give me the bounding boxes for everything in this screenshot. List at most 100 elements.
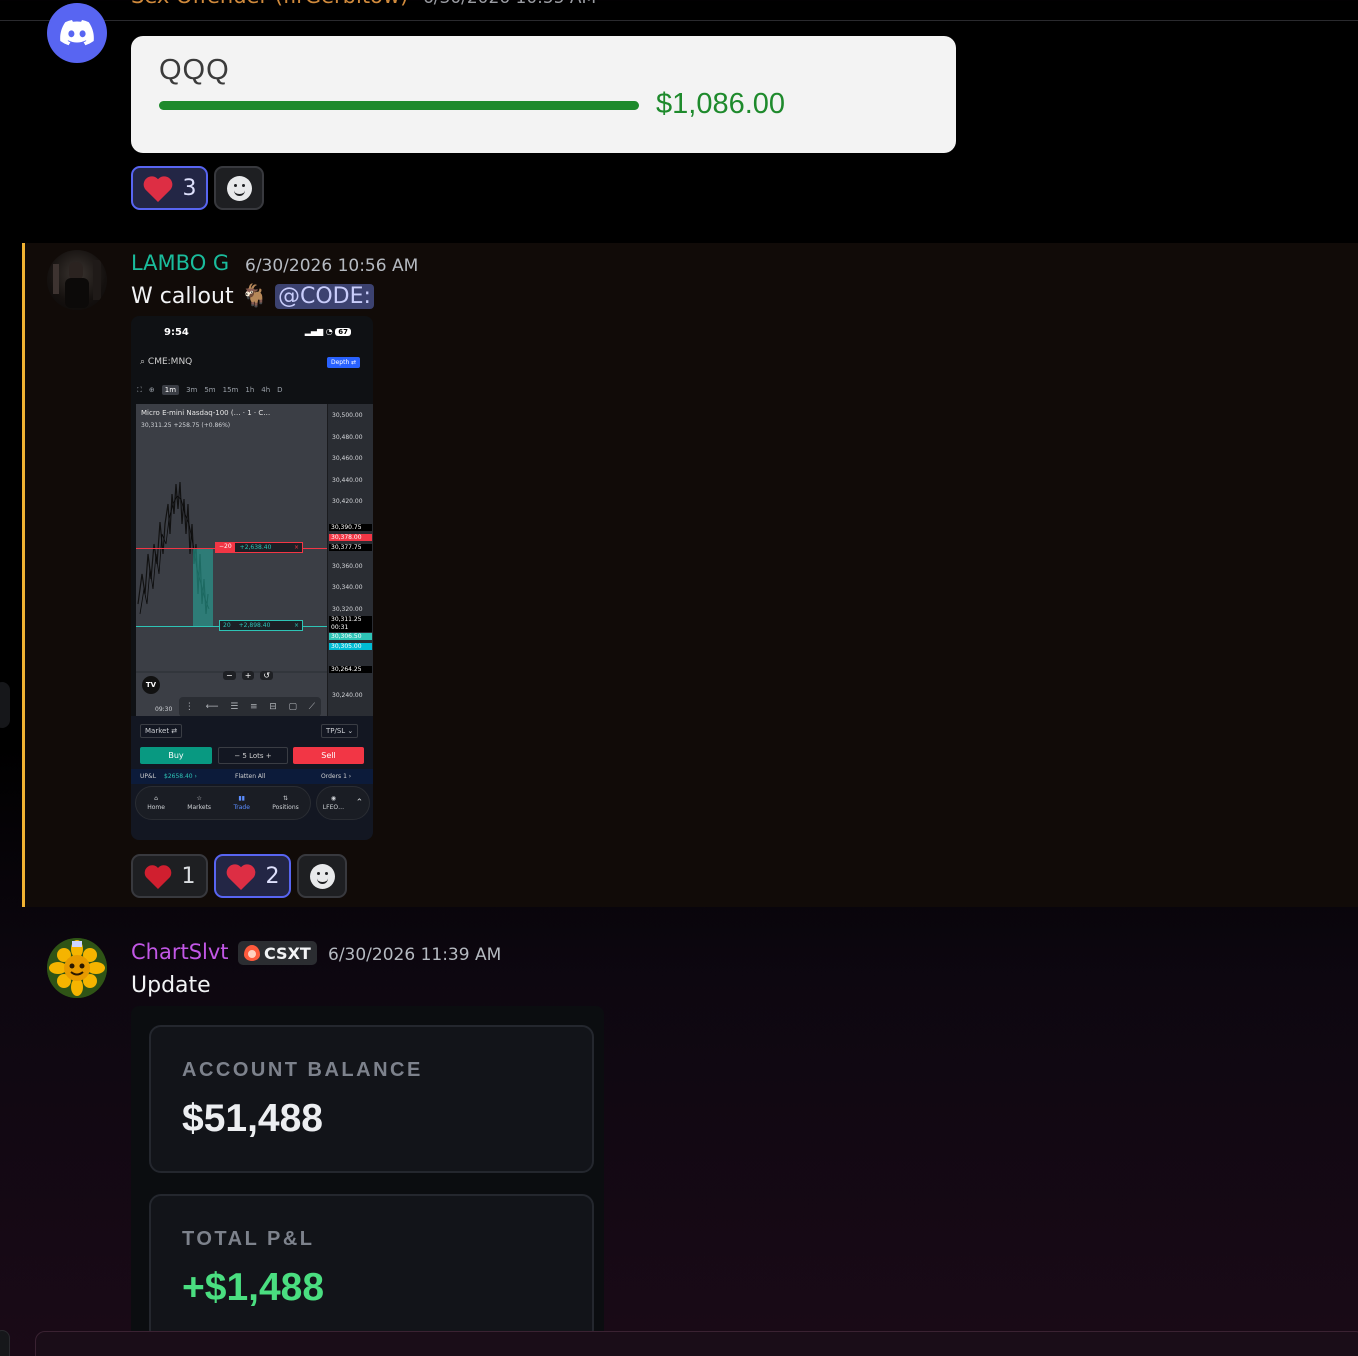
order-qty: −20 bbox=[216, 543, 235, 552]
progress-bar bbox=[159, 101, 639, 110]
message-header: Sex Offender (firGerbitow) 6/30/2026 10:… bbox=[131, 0, 596, 8]
buy-order-tag: 20 +2,898.40 × bbox=[219, 620, 303, 631]
price-tag: 30,264.25 bbox=[329, 666, 372, 673]
ticker-card: QQQ $1,086.00 bbox=[131, 36, 956, 153]
home-icon: ⌂ bbox=[154, 795, 158, 802]
price-tick: 30,460.00 bbox=[332, 455, 363, 462]
fib-tool-icon: ☰ bbox=[230, 702, 239, 712]
author-name[interactable]: ChartSlvt bbox=[131, 940, 229, 964]
nav-label: Home bbox=[147, 804, 165, 811]
account-switcher: ◉ LFEO… ⌃ bbox=[316, 786, 370, 820]
add-reaction-button[interactable] bbox=[297, 854, 347, 898]
sell-button: Sell bbox=[293, 747, 364, 764]
timestamp: 6/30/2026 11:39 AM bbox=[328, 945, 502, 965]
timestamp: 6/30/2026 10:56 AM bbox=[245, 256, 419, 276]
image-attachment[interactable]: ACCOUNT BALANCE $51,488 TOTAL P&L +$1,48… bbox=[131, 1006, 604, 1346]
order-pnl: +2,898.40 bbox=[238, 622, 271, 629]
symbol-search: ⌕ CME:MNQ bbox=[140, 357, 193, 367]
message-text: W callout 🐐 @CODE: bbox=[131, 284, 374, 309]
price-tag: 30,377.75 bbox=[329, 544, 372, 551]
status-icons: ▂▄▆ ◔ 67 bbox=[305, 327, 351, 336]
scroll-handle[interactable] bbox=[0, 682, 10, 728]
price-tag: 30,378.00 bbox=[329, 534, 372, 541]
depth-button: Depth ⇄ bbox=[327, 357, 361, 368]
user-mention[interactable]: @CODE: bbox=[274, 284, 374, 309]
nav-label: Positions bbox=[272, 804, 299, 811]
price-tick: 30,340.00 bbox=[332, 584, 363, 591]
badge-label: CSXT bbox=[264, 943, 311, 963]
discord-icon bbox=[60, 20, 94, 46]
avatar[interactable] bbox=[47, 250, 107, 310]
tradingview-logo: TV bbox=[142, 676, 160, 694]
nav-trade: ▮▮ Trade bbox=[233, 795, 249, 811]
sell-order-tag: −20 +2,638.40 × bbox=[215, 542, 303, 553]
price-tick: 30,500.00 bbox=[332, 412, 363, 419]
close-icon: × bbox=[293, 622, 299, 629]
add-reaction-button[interactable] bbox=[214, 166, 264, 210]
heart-icon bbox=[144, 864, 171, 889]
stat-value: $51,488 bbox=[182, 1097, 323, 1140]
zoom-out-icon: − bbox=[223, 671, 236, 680]
chevron-up-icon: ⌃ bbox=[355, 798, 364, 808]
price-chart bbox=[136, 404, 328, 716]
ray-tool-icon: ⟋ bbox=[308, 702, 316, 712]
lots-stepper: − 5 Lots + bbox=[218, 747, 288, 764]
account-label: LFEO… bbox=[322, 804, 345, 811]
nav-label: Markets bbox=[187, 804, 212, 811]
nav-markets: ☆ Markets bbox=[187, 795, 211, 811]
message-body: W callout 🐐 bbox=[131, 284, 268, 309]
buy-button: Buy bbox=[140, 747, 212, 764]
reset-icon: ↺ bbox=[260, 671, 274, 680]
author-name[interactable]: LAMBO G bbox=[131, 251, 229, 275]
scroll-handle[interactable] bbox=[0, 1330, 10, 1356]
positions-icon: ⇅ bbox=[283, 795, 289, 802]
zoom-in-icon: + bbox=[241, 671, 255, 680]
price-tick: 30,240.00 bbox=[332, 692, 363, 699]
stat-label: TOTAL P&L bbox=[182, 1228, 315, 1250]
author-name[interactable]: Sex Offender (firGerbitow) bbox=[131, 0, 415, 8]
close-icon: × bbox=[293, 544, 299, 551]
drawing-toolbar: ⋮ ⟵ ☰ ≡ ⊟ ▢ ⟋ bbox=[179, 697, 321, 717]
tpsl-select: TP/SL ⌄ bbox=[321, 724, 359, 738]
image-attachment[interactable]: 9:54 ▂▄▆ ◔ 67 ⌕ CME:MNQ Depth ⇄ ⛶ ⊕ 1m 3… bbox=[131, 316, 373, 840]
range-tool-icon: ⊟ bbox=[269, 702, 277, 712]
reaction-count: 3 bbox=[182, 175, 197, 201]
candles-icon: ▮▮ bbox=[238, 795, 245, 802]
reaction-heart[interactable]: 1 bbox=[131, 854, 208, 898]
total-pnl-card: TOTAL P&L +$1,488 bbox=[149, 1194, 594, 1342]
instrument-quote: 30,311.25 +258.75 (+0.86%) bbox=[141, 422, 231, 429]
timestamp: 6/30/2026 10:55 AM bbox=[423, 0, 596, 8]
nav-label: Trade bbox=[233, 804, 250, 811]
nav-positions: ⇅ Positions bbox=[272, 795, 299, 811]
reaction-heart[interactable]: 2 bbox=[214, 854, 291, 898]
battery-icon: 67 bbox=[335, 328, 351, 336]
timeframe-5m: 5m bbox=[204, 386, 216, 394]
timeframe-d: D bbox=[277, 386, 283, 394]
avatar[interactable] bbox=[47, 938, 107, 998]
price-tick: 30,440.00 bbox=[332, 477, 363, 484]
account-icon: ◉ bbox=[330, 795, 337, 802]
timeframe-4h: 4h bbox=[261, 386, 271, 394]
instrument-name: Micro E-mini Nasdaq-100 (… · 1 · C… bbox=[141, 409, 271, 417]
stat-value: +$1,488 bbox=[182, 1266, 325, 1309]
reaction-heart[interactable]: 3 bbox=[131, 166, 208, 210]
guild-tag-badge[interactable]: CSXT bbox=[238, 941, 317, 965]
price-tag: 30,311.25 00:31 bbox=[329, 616, 372, 632]
message-composer[interactable] bbox=[35, 1331, 1358, 1356]
symbol-label: CME:MNQ bbox=[147, 357, 193, 367]
reaction-count: 2 bbox=[265, 863, 280, 889]
price-axis: 30,500.00 30,480.00 30,460.00 30,440.00 … bbox=[327, 404, 373, 716]
order-pnl: +2,638.40 bbox=[239, 544, 272, 551]
price-tag: 30,390.75 bbox=[329, 524, 372, 531]
reaction-count: 1 bbox=[181, 863, 196, 889]
candles bbox=[136, 481, 328, 673]
avatar[interactable] bbox=[47, 3, 107, 63]
expand-icon: ⛶ bbox=[137, 385, 142, 394]
ticker-symbol: QQQ bbox=[159, 54, 230, 86]
sunflower-avatar bbox=[47, 938, 107, 998]
price-tick: 30,480.00 bbox=[332, 434, 363, 441]
bottom-nav: ⌂ Home ☆ Markets ▮▮ Trade ⇅ Positions bbox=[135, 786, 311, 820]
rect-tool-icon: ▢ bbox=[288, 702, 298, 712]
price-tick: 30,360.00 bbox=[332, 563, 363, 570]
timeframe-15m: 15m bbox=[222, 386, 239, 394]
